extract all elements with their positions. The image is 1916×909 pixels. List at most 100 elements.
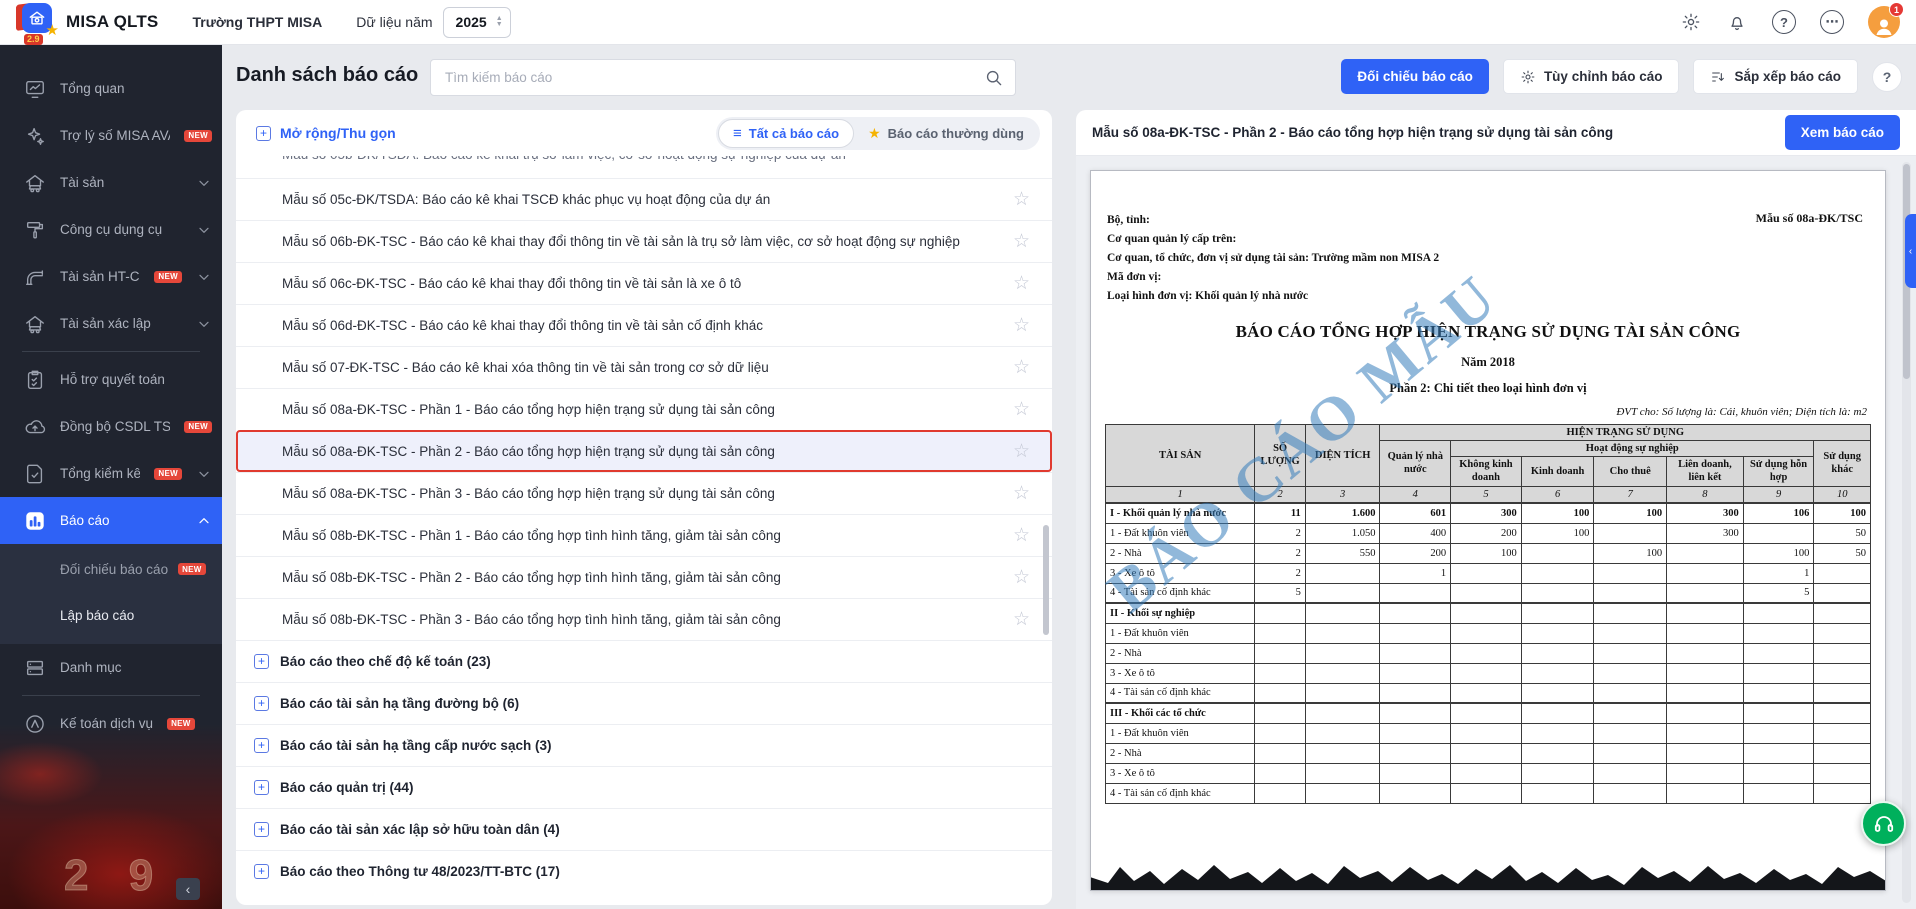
report-group-bao-cao-theo-thong-tu-48-2023-tt-btc-17[interactable]: +Báo cáo theo Thông tư 48/2023/TT-BTC (1…	[236, 850, 1052, 892]
tools-icon	[24, 219, 46, 241]
sidebar-item-tong-kiem-ke[interactable]: Tổng kiểm kêNEW	[0, 450, 222, 497]
value-cell	[1594, 703, 1667, 723]
search-input[interactable]	[443, 69, 984, 86]
sidebar-item-tai-san-xac-lap[interactable]: Tài sản xác lập	[0, 300, 222, 347]
sidebar-item-ke-toan-dich-vu[interactable]: Kế toán dịch vụNEW	[0, 700, 222, 747]
report-group-bao-cao-tai-san-xac-lap-so-huu-toan-dan-4[interactable]: +Báo cáo tài sản xác lập sở hữu toàn dân…	[236, 808, 1052, 850]
plus-square-icon[interactable]: +	[254, 696, 269, 711]
value-cell	[1594, 623, 1667, 643]
plus-square-icon[interactable]: +	[254, 654, 269, 669]
report-group-bao-cao-theo-che-do-ke-toan-23[interactable]: +Báo cáo theo chế độ kế toán (23)	[236, 640, 1052, 682]
year-selector[interactable]: 2025 ▲ ▼	[443, 7, 511, 38]
report-row-mau-so-05c-dk-tsda-bao-cao-ke-khai-tscd-kh[interactable]: Mẫu số 05c-ĐK/TSDA: Báo cáo kê khai TSCĐ…	[236, 178, 1052, 220]
filter-favorite-reports[interactable]: ★ Báo cáo thường dùng	[854, 119, 1038, 148]
report-row-mau-so-08a-dk-tsc-phan-1-bao-cao-tong-hop-[interactable]: Mẫu số 08a-ĐK-TSC - Phần 1 - Báo cáo tổn…	[236, 388, 1052, 430]
report-row-label: Mẫu số 06b-ĐK-TSC - Báo cáo kê khai thay…	[282, 234, 1013, 249]
view-report-button[interactable]: Xem báo cáo	[1785, 115, 1900, 150]
customize-report-button[interactable]: Tùy chỉnh báo cáo	[1503, 59, 1680, 94]
value-cell	[1667, 583, 1744, 603]
report-row-mau-so-08b-dk-tsc-phan-1-bao-cao-tong-hop-[interactable]: Mẫu số 08b-ĐK-TSC - Phần 1 - Báo cáo tổn…	[236, 514, 1052, 556]
report-group-bao-cao-tai-san-ha-tang-cap-nuoc-sach-3[interactable]: +Báo cáo tài sản hạ tầng cấp nước sạch (…	[236, 724, 1052, 766]
sidebar-collapse-button[interactable]: ‹	[176, 878, 200, 900]
report-row-mau-so-08a-dk-tsc-phan-2-bao-cao-tong-hop-[interactable]: Mẫu số 08a-ĐK-TSC - Phần 2 - Báo cáo tổn…	[236, 430, 1052, 472]
value-cell	[1451, 643, 1522, 663]
filter-all-reports[interactable]: ≡ Tất cả báo cáo	[718, 119, 854, 148]
value-cell	[1743, 623, 1814, 643]
sidebar-subitem-lap-bao-cao[interactable]: Lập báo cáo	[0, 592, 222, 638]
value-cell	[1305, 603, 1380, 623]
value-cell	[1305, 703, 1380, 723]
sidebar-item-tro-ly-so-misa-ava[interactable]: Trợ lý số MISA AVANEW	[0, 112, 222, 159]
value-cell	[1594, 583, 1667, 603]
favorite-star-icon[interactable]: ☆	[1013, 398, 1030, 421]
plus-square-icon[interactable]: +	[254, 780, 269, 795]
report-row-mau-so-05b-dk-tsda-bao-cao-ke-khai-tru-so-[interactable]: Mẫu số 05b-ĐK/TSDA: Báo cáo kê khai trụ …	[236, 156, 1052, 178]
favorite-star-icon[interactable]: ☆	[1013, 230, 1030, 253]
asset-name-cell: 1 - Đất khuôn viên	[1106, 723, 1255, 743]
organization-menu[interactable]: Trường THPT MISA	[192, 14, 322, 30]
search-box[interactable]	[430, 59, 1016, 96]
user-avatar[interactable]: 1	[1868, 6, 1900, 38]
year-stepper[interactable]: ▲ ▼	[496, 16, 503, 28]
sidebar-item-cong-cu-dung-cu[interactable]: Công cụ dụng cụ	[0, 206, 222, 253]
value-cell	[1667, 763, 1744, 783]
notifications-bell-icon[interactable]	[1726, 11, 1748, 33]
plus-square-icon[interactable]: +	[254, 822, 269, 837]
document-unit-note: ĐVT cho: Số lượng là: Cái, khuôn viên; D…	[1091, 406, 1867, 418]
sidebar-item-tong-quan[interactable]: Tổng quan	[0, 65, 222, 112]
value-cell	[1743, 763, 1814, 783]
value-cell	[1594, 563, 1667, 583]
plus-square-icon[interactable]: +	[254, 864, 269, 879]
sort-report-button[interactable]: Sắp xếp báo cáo	[1693, 59, 1858, 94]
favorite-star-icon[interactable]: ☆	[1013, 356, 1030, 379]
search-icon[interactable]	[984, 68, 1003, 87]
favorite-star-icon[interactable]: ☆	[1013, 524, 1030, 547]
favorite-star-icon[interactable]: ☆	[1013, 566, 1030, 589]
sidebar-item-bao-cao[interactable]: Báo cáo	[0, 497, 222, 544]
col-header-tai-san: TÀI SẢN	[1106, 425, 1255, 487]
settings-gear-icon[interactable]	[1680, 11, 1702, 33]
report-row-mau-so-06c-dk-tsc-bao-cao-ke-khai-thay-doi[interactable]: Mẫu số 06c-ĐK-TSC - Báo cáo kê khai thay…	[236, 262, 1052, 304]
compare-report-button[interactable]: Đối chiếu báo cáo	[1341, 59, 1489, 94]
list-help-button[interactable]: ?	[1872, 62, 1902, 92]
plus-square-icon[interactable]: +	[254, 738, 269, 753]
value-cell	[1451, 683, 1522, 703]
expand-collapse-toggle[interactable]: + Mở rộng/Thu gọn	[256, 125, 396, 141]
favorite-star-icon[interactable]: ☆	[1013, 608, 1030, 631]
support-chat-button[interactable]	[1861, 801, 1906, 846]
report-row-mau-so-08a-dk-tsc-phan-3-bao-cao-tong-hop-[interactable]: Mẫu số 08a-ĐK-TSC - Phần 3 - Báo cáo tổn…	[236, 472, 1052, 514]
help-icon[interactable]: ?	[1772, 10, 1796, 34]
favorite-star-icon[interactable]: ☆	[1013, 440, 1030, 463]
favorite-star-icon[interactable]: ☆	[1013, 314, 1030, 337]
report-group-bao-cao-quan-tri-44[interactable]: +Báo cáo quản trị (44)	[236, 766, 1052, 808]
report-row-mau-so-08b-dk-tsc-phan-2-bao-cao-tong-hop-[interactable]: Mẫu số 08b-ĐK-TSC - Phần 2 - Báo cáo tổn…	[236, 556, 1052, 598]
panel-expand-tab[interactable]: ‹	[1905, 214, 1916, 288]
sidebar-item-tai-san[interactable]: Tài sản	[0, 159, 222, 206]
report-rows: Mẫu số 05b-ĐK/TSDA: Báo cáo kê khai trụ …	[236, 156, 1052, 905]
value-cell	[1814, 723, 1871, 743]
value-cell	[1521, 563, 1594, 583]
report-row-mau-so-07-dk-tsc-bao-cao-ke-khai-xoa-thong[interactable]: Mẫu số 07-ĐK-TSC - Báo cáo kê khai xóa t…	[236, 346, 1052, 388]
clipboard-icon	[24, 369, 46, 391]
list-scrollbar-thumb[interactable]	[1043, 525, 1049, 635]
sidebar-item-label: Danh mục	[60, 660, 122, 675]
favorite-star-icon[interactable]: ☆	[1013, 482, 1030, 505]
report-group-bao-cao-tai-san-ha-tang-duong-bo-6[interactable]: +Báo cáo tài sản hạ tầng đường bộ (6)	[236, 682, 1052, 724]
sidebar-subitem-doi-chieu-bao-cao[interactable]: Đối chiếu báo cáoNEW	[0, 546, 222, 592]
sidebar-item-tai-san-ht-cns[interactable]: Tài sản HT-CNSNEW	[0, 253, 222, 300]
more-options-icon[interactable]: ⋯	[1820, 10, 1844, 34]
report-row-mau-so-08b-dk-tsc-phan-3-bao-cao-tong-hop-[interactable]: Mẫu số 08b-ĐK-TSC - Phần 3 - Báo cáo tổn…	[236, 598, 1052, 640]
report-row-mau-so-06d-dk-tsc-bao-cao-ke-khai-thay-doi[interactable]: Mẫu số 06d-ĐK-TSC - Báo cáo kê khai thay…	[236, 304, 1052, 346]
sidebar-item-danh-muc[interactable]: Danh mục	[0, 644, 222, 691]
asset-name-cell: 4 - Tài sản cố định khác	[1106, 683, 1255, 703]
favorite-star-icon[interactable]: ☆	[1013, 188, 1030, 211]
caret-down-icon[interactable]: ▼	[496, 22, 503, 28]
value-cell	[1667, 783, 1744, 803]
favorite-star-icon[interactable]: ☆	[1013, 272, 1030, 295]
value-cell	[1521, 743, 1594, 763]
value-cell	[1255, 723, 1305, 743]
value-cell	[1521, 783, 1594, 803]
report-row-mau-so-06b-dk-tsc-bao-cao-ke-khai-thay-doi[interactable]: Mẫu số 06b-ĐK-TSC - Báo cáo kê khai thay…	[236, 220, 1052, 262]
sidebar-item-ho-tro-quyet-toan[interactable]: Hỗ trợ quyết toán	[0, 356, 222, 403]
sidebar-item-dong-bo-csdl-tsc[interactable]: Đồng bộ CSDL TSCNEW	[0, 403, 222, 450]
